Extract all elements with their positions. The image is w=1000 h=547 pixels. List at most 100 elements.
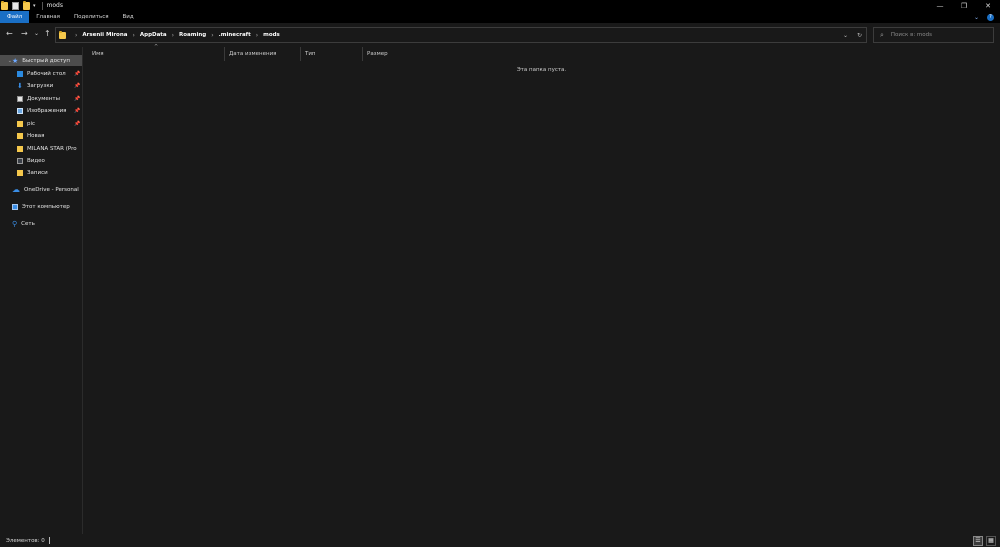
- sidebar-item-desktop[interactable]: Рабочий стол 📌: [0, 68, 82, 79]
- sidebar-item-this-pc[interactable]: Этот компьютер: [0, 201, 82, 212]
- forward-button[interactable]: →: [21, 29, 28, 39]
- sort-ascending-icon: ^: [154, 44, 159, 50]
- new-folder-icon[interactable]: [23, 0, 30, 10]
- ribbon-right-controls: ⌄ ?: [974, 11, 1000, 23]
- sidebar-item-videos[interactable]: Видео: [0, 155, 82, 166]
- sidebar-item-milana-star[interactable]: MILANA STAR (Pro: [0, 143, 82, 154]
- status-bar: Элементов: 0 ☰ ▦: [0, 534, 1000, 547]
- recent-locations-button[interactable]: ⌄: [34, 29, 39, 39]
- column-header-date[interactable]: Дата изменения: [229, 47, 276, 61]
- up-button[interactable]: ↑: [44, 29, 51, 39]
- sidebar-item-label: Загрузки: [26, 82, 54, 89]
- close-button[interactable]: ✕: [976, 0, 1000, 11]
- navigation-pane: ⌄ ★ Быстрый доступ Рабочий стол 📌 ⬇ Загр…: [0, 55, 82, 534]
- videos-icon: [17, 157, 23, 164]
- onedrive-icon: ☁: [12, 184, 20, 194]
- pin-icon[interactable]: 📌: [74, 121, 80, 127]
- pin-icon[interactable]: 📌: [74, 83, 80, 89]
- sidebar-item-label: pic: [27, 120, 36, 127]
- status-divider: [48, 537, 50, 544]
- pin-icon[interactable]: 📌: [74, 108, 80, 114]
- file-list[interactable]: ^ Имя Дата изменения Тип Размер Эта папк…: [83, 44, 1000, 534]
- properties-icon[interactable]: [12, 1, 19, 10]
- star-icon: ★: [12, 56, 19, 65]
- search-box[interactable]: ⌕: [873, 27, 994, 43]
- folder-icon: [59, 30, 66, 39]
- tab-home[interactable]: Главная: [29, 11, 67, 23]
- large-icons-view-button[interactable]: ▦: [986, 535, 996, 546]
- refresh-button[interactable]: ↻: [857, 32, 862, 39]
- sidebar-item-label: Быстрый доступ: [22, 57, 71, 64]
- quick-access-toolbar: ▾: [0, 0, 45, 11]
- sidebar-item-onedrive[interactable]: ☁ OneDrive - Personal: [0, 184, 82, 195]
- chevron-right-icon[interactable]: ›: [132, 32, 134, 39]
- sidebar-item-documents[interactable]: Документы 📌: [0, 93, 82, 104]
- sidebar-item-label: Видео: [27, 157, 45, 164]
- tab-file[interactable]: Файл: [0, 11, 30, 23]
- desktop-icon: [17, 70, 23, 77]
- view-toggle: ☰ ▦: [973, 535, 1000, 546]
- search-icon: ⌕: [880, 30, 884, 39]
- tab-share[interactable]: Поделиться: [67, 11, 116, 23]
- column-header-size[interactable]: Размер: [367, 47, 388, 61]
- help-icon[interactable]: ?: [987, 13, 994, 21]
- sidebar-item-label: Изображения: [27, 107, 67, 114]
- sidebar-item-label: Этот компьютер: [22, 203, 70, 210]
- customize-toolbar-icon[interactable]: ▾: [33, 3, 36, 9]
- breadcrumb-item[interactable]: Arsenii Mirona: [82, 32, 127, 38]
- sidebar-item-label: MILANA STAR (Pro: [27, 145, 77, 152]
- address-bar[interactable]: › Arsenii Mirona › AppData › Roaming › .…: [55, 27, 867, 43]
- sidebar-item-label: OneDrive - Personal: [24, 186, 79, 193]
- chevron-down-icon[interactable]: ⌄: [0, 58, 12, 64]
- navigation-bar: ← → ⌄ ↑ › Arsenii Mirona › AppData › Roa…: [0, 23, 1000, 47]
- column-divider[interactable]: [362, 47, 363, 61]
- sidebar-item-label: Документы: [27, 95, 60, 102]
- sidebar-item-recordings[interactable]: Записи: [0, 167, 82, 178]
- chevron-right-icon[interactable]: ›: [75, 32, 77, 39]
- search-input[interactable]: [890, 32, 981, 38]
- chevron-right-icon[interactable]: ›: [211, 32, 213, 39]
- breadcrumb-item[interactable]: .minecraft: [219, 32, 251, 38]
- sidebar-item-quick-access[interactable]: ⌄ ★ Быстрый доступ: [0, 55, 82, 66]
- minimize-button[interactable]: —: [928, 0, 952, 11]
- address-dropdown-button[interactable]: ⌄: [843, 32, 848, 39]
- empty-folder-message: Эта папка пуста.: [516, 67, 567, 73]
- breadcrumb-item[interactable]: mods: [263, 32, 280, 38]
- sidebar-item-label: Записи: [27, 169, 48, 176]
- sidebar-item-pictures[interactable]: Изображения 📌: [0, 105, 82, 116]
- sidebar-item-label: Новая: [27, 132, 45, 139]
- sidebar-item-new[interactable]: Новая: [0, 130, 82, 141]
- folder-icon: [17, 120, 23, 127]
- breadcrumb-item[interactable]: Roaming: [179, 32, 206, 38]
- toolbar-divider: [41, 1, 43, 10]
- details-view-button[interactable]: ☰: [973, 535, 983, 546]
- network-icon: ⚲: [12, 219, 18, 228]
- column-header-name[interactable]: Имя: [92, 47, 104, 61]
- pin-icon[interactable]: 📌: [74, 71, 80, 77]
- column-divider[interactable]: [224, 47, 225, 61]
- sidebar-item-downloads[interactable]: ⬇ Загрузки 📌: [0, 80, 82, 91]
- tab-view[interactable]: Вид: [116, 11, 141, 23]
- restore-button[interactable]: ❐: [952, 0, 976, 11]
- sidebar-item-network[interactable]: ⚲ Сеть: [0, 218, 82, 229]
- downloads-icon: ⬇: [17, 81, 23, 90]
- folder-icon: [17, 169, 23, 176]
- breadcrumb: › Arsenii Mirona › AppData › Roaming › .…: [70, 32, 280, 39]
- computer-icon: [12, 203, 18, 210]
- window-controls: — ❐ ✕: [928, 0, 1000, 11]
- pin-icon[interactable]: 📌: [74, 96, 80, 102]
- sidebar-item-pic[interactable]: pic 📌: [0, 118, 82, 129]
- breadcrumb-item[interactable]: AppData: [140, 32, 167, 38]
- chevron-right-icon[interactable]: ›: [172, 32, 174, 39]
- column-header-type[interactable]: Тип: [305, 47, 316, 61]
- column-divider[interactable]: [300, 47, 301, 61]
- expand-ribbon-icon[interactable]: ⌄: [974, 14, 979, 21]
- chevron-right-icon[interactable]: ›: [256, 32, 258, 39]
- pictures-icon: [17, 107, 23, 114]
- folder-icon: [17, 145, 23, 152]
- title-bar: ▾ mods — ❐ ✕: [0, 0, 1000, 11]
- back-button[interactable]: ←: [6, 29, 13, 39]
- ribbon-tabs: Файл Главная Поделиться Вид ⌄ ?: [0, 11, 1000, 23]
- folder-icon: [17, 132, 23, 139]
- sidebar-item-label: Рабочий стол: [27, 70, 66, 77]
